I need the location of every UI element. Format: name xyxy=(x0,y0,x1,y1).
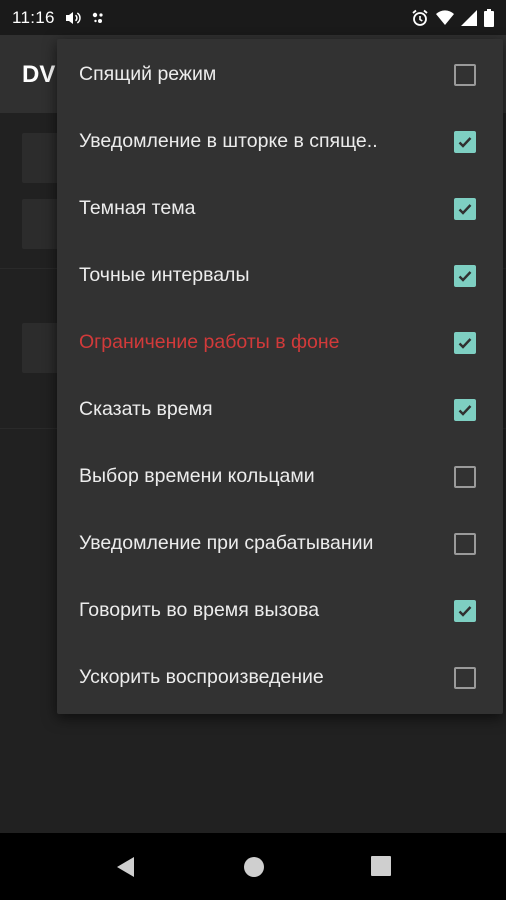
checkbox[interactable] xyxy=(454,63,476,86)
menu-item-say-time[interactable]: Сказать время xyxy=(57,376,503,443)
status-time: 11:16 xyxy=(12,7,55,27)
menu-item-speed-up-playback[interactable]: Ускорить воспроизведение xyxy=(57,644,503,711)
checkbox[interactable] xyxy=(454,197,476,220)
menu-item-ring-time-picker[interactable]: Выбор времени кольцами xyxy=(57,443,503,510)
menu-item-label: Ограничение работы в фоне xyxy=(79,331,340,353)
app-title: DV xyxy=(22,61,56,88)
checkbox[interactable] xyxy=(454,398,476,421)
checkbox[interactable] xyxy=(454,130,476,153)
menu-item-speak-during-call[interactable]: Говорить во время вызова xyxy=(57,577,503,644)
checkbox[interactable] xyxy=(454,666,476,689)
menu-item-trigger-notification[interactable]: Уведомление при срабатывании xyxy=(57,510,503,577)
menu-item-label: Сказать время xyxy=(79,398,213,420)
menu-item-exact-intervals[interactable]: Точные интервалы xyxy=(57,242,503,309)
menu-item-label: Говорить во время вызова xyxy=(79,599,320,621)
menu-item-label: Уведомление при срабатывании xyxy=(79,532,374,554)
status-bar: 11:16 xyxy=(0,0,506,35)
check-icon xyxy=(458,270,472,282)
home-icon[interactable] xyxy=(242,855,266,884)
menu-item-label: Темная тема xyxy=(79,197,196,219)
back-icon[interactable] xyxy=(114,855,136,884)
menu-item-label: Спящий режим xyxy=(79,63,217,85)
checkbox[interactable] xyxy=(454,264,476,287)
checkbox[interactable] xyxy=(454,599,476,622)
alarm-icon xyxy=(411,9,429,27)
check-icon xyxy=(458,203,472,215)
menu-item-sleep-notification[interactable]: Уведомление в шторке в спяще.. xyxy=(57,108,503,175)
volume-icon xyxy=(65,10,81,26)
menu-item-sleep-mode[interactable]: Спящий режим xyxy=(57,41,503,108)
checkbox[interactable] xyxy=(454,465,476,488)
assistant-dots-icon xyxy=(91,11,105,25)
recents-icon[interactable] xyxy=(370,855,392,882)
menu-item-label: Выбор времени кольцами xyxy=(79,465,315,487)
check-icon xyxy=(458,337,472,349)
wifi-icon xyxy=(436,9,454,26)
check-icon xyxy=(458,136,472,148)
overflow-menu: Спящий режим Уведомление в шторке в спящ… xyxy=(57,39,503,714)
checkbox[interactable] xyxy=(454,532,476,555)
menu-item-label: Уведомление в шторке в спяще.. xyxy=(79,130,378,152)
navigation-bar xyxy=(0,833,506,900)
check-icon xyxy=(458,605,472,617)
menu-item-background-restriction[interactable]: Ограничение работы в фоне xyxy=(57,309,503,376)
check-icon xyxy=(458,404,472,416)
menu-item-label: Точные интервалы xyxy=(79,264,250,286)
signal-icon xyxy=(461,9,477,26)
battery-icon xyxy=(484,8,494,27)
menu-item-label: Ускорить воспроизведение xyxy=(79,666,324,688)
checkbox[interactable] xyxy=(454,331,476,354)
menu-item-dark-theme[interactable]: Темная тема xyxy=(57,175,503,242)
